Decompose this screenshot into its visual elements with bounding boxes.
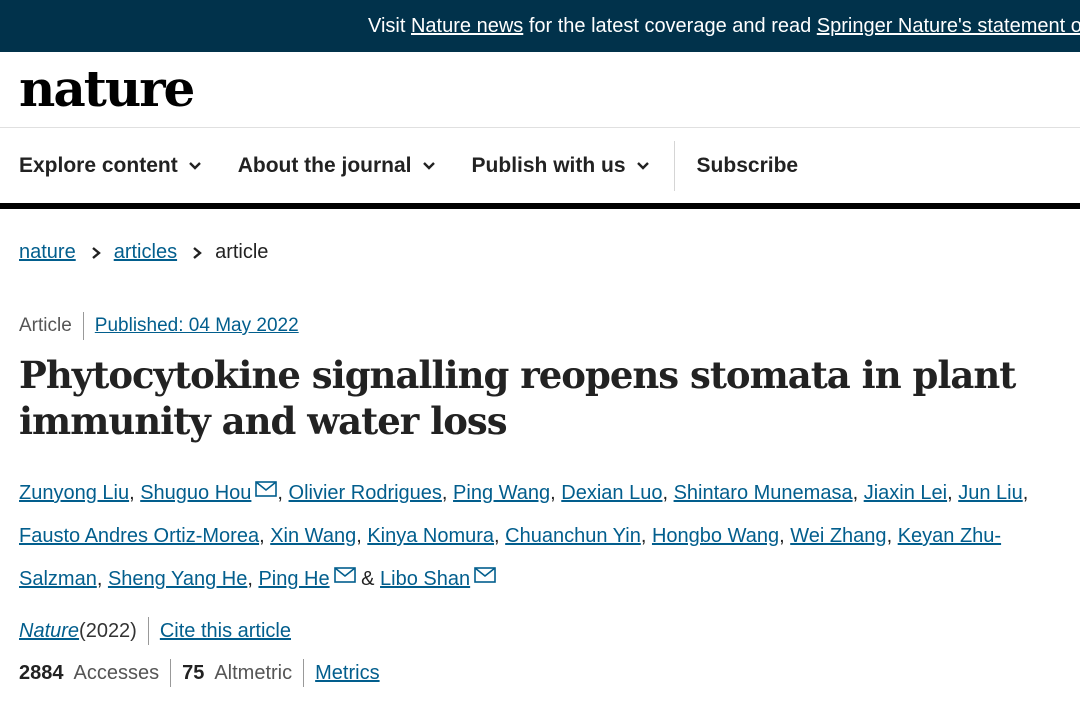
author-separator: , (1022, 482, 1029, 504)
main-nav: Explore content About the journal Publis… (0, 128, 1080, 203)
banner-middle: for the latest coverage and read (523, 15, 817, 37)
author-link[interactable]: Jun Liu (958, 482, 1023, 504)
chevron-right-icon (193, 246, 202, 259)
journal-link[interactable]: Nature (19, 620, 79, 642)
article-title: Phytocytokine signalling reopens stomata… (19, 353, 1016, 443)
author-link[interactable]: Shintaro Munemasa (674, 482, 853, 504)
nature-news-link[interactable]: Nature news (411, 15, 523, 37)
author-link[interactable]: Olivier Rodrigues (289, 482, 442, 504)
author-link[interactable]: Kinya Nomura (367, 525, 494, 547)
banner-prefix: Visit (368, 15, 411, 37)
author-separator: , (356, 525, 368, 547)
nav-about-journal[interactable]: About the journal (238, 154, 436, 178)
author-separator: , (886, 525, 898, 547)
chevron-down-icon (636, 161, 649, 170)
author-link[interactable]: Chuanchun Yin (505, 525, 641, 547)
chevron-down-icon (422, 161, 435, 170)
nav-bottom-rule (0, 203, 1080, 209)
nav-explore-label: Explore content (19, 153, 178, 177)
author-separator: , (550, 482, 562, 504)
author-separator: , (947, 482, 959, 504)
citation-line: Nature (2022) Cite this article (19, 617, 1080, 645)
accesses-label: Accesses (73, 661, 160, 684)
author-separator: , (96, 568, 108, 590)
subscribe-label: Subscribe (696, 153, 799, 177)
altmetric-label: Altmetric (214, 661, 293, 684)
author-separator: , (247, 568, 259, 590)
author-link[interactable]: Jiaxin Lei (864, 482, 947, 504)
author-link[interactable]: Zunyong Liu (19, 482, 129, 504)
springer-statement-link[interactable]: Springer Nature's statement on the Ukrai… (817, 15, 1080, 37)
author-separator: , (494, 525, 506, 547)
breadcrumb-articles[interactable]: articles (114, 241, 177, 264)
author-link[interactable]: Hongbo Wang (652, 525, 779, 547)
published-date-link[interactable]: Published: 04 May 2022 (95, 315, 299, 337)
meta-divider (82, 312, 84, 340)
chevron-right-icon (91, 246, 101, 259)
envelope-icon[interactable] (474, 567, 496, 583)
author-link[interactable]: Xin Wang (270, 525, 356, 547)
author-separator: & (355, 568, 381, 590)
article-type: Article (19, 315, 72, 336)
author-list: Zunyong Liu, Shuguo Hou, Olivier Rodrigu… (19, 472, 1029, 601)
author-link[interactable]: Wei Zhang (790, 525, 886, 547)
metrics-line: 2884 Accesses 75 Altmetric Metrics (19, 659, 1080, 687)
breadcrumb: nature articles article (19, 241, 1080, 264)
accesses-count: 2884 (19, 661, 64, 684)
metrics-divider (170, 659, 172, 687)
article-meta: Article Published: 04 May 2022 (19, 312, 1080, 340)
author-link[interactable]: Ping Wang (453, 482, 550, 504)
author-separator: , (441, 482, 454, 504)
author-separator: , (640, 525, 652, 547)
envelope-icon[interactable] (255, 481, 278, 497)
author-link[interactable]: Ping He (258, 568, 329, 590)
nature-logo[interactable]: nature (19, 64, 195, 114)
author-separator: , (277, 482, 289, 504)
author-separator: , (259, 525, 271, 547)
nav-about-label: About the journal (237, 153, 412, 177)
metrics-link[interactable]: Metrics (315, 662, 379, 685)
author-link[interactable]: Libo Shan (380, 568, 470, 590)
metrics-divider (303, 659, 305, 687)
author-link[interactable]: Shuguo Hou (140, 482, 251, 504)
author-separator: , (852, 482, 864, 504)
envelope-icon[interactable] (333, 567, 356, 583)
author-link[interactable]: Dexian Luo (561, 482, 662, 504)
altmetric-score: 75 (182, 661, 205, 684)
breadcrumb-nature[interactable]: nature (19, 241, 76, 264)
nav-publish-with-us[interactable]: Publish with us (472, 154, 650, 178)
nav-explore-content[interactable]: Explore content (19, 154, 202, 178)
author-separator: , (129, 482, 141, 504)
author-separator: , (779, 525, 791, 547)
nav-divider (673, 140, 675, 191)
citation-divider (147, 617, 149, 645)
breadcrumb-current: article (215, 241, 269, 263)
cite-this-article-link[interactable]: Cite this article (160, 620, 291, 643)
chevron-down-icon (188, 161, 201, 170)
author-link[interactable]: Sheng Yang He (108, 568, 247, 590)
author-separator: , (662, 482, 674, 504)
nav-publish-label: Publish with us (471, 153, 626, 177)
citation-year: (2022) (79, 619, 137, 642)
subscribe-link[interactable]: Subscribe (697, 154, 799, 178)
author-link[interactable]: Fausto Andres Ortiz-Morea (19, 525, 259, 547)
masthead: nature (0, 52, 1080, 128)
top-banner: Visit Nature news for the latest coverag… (0, 0, 1080, 52)
